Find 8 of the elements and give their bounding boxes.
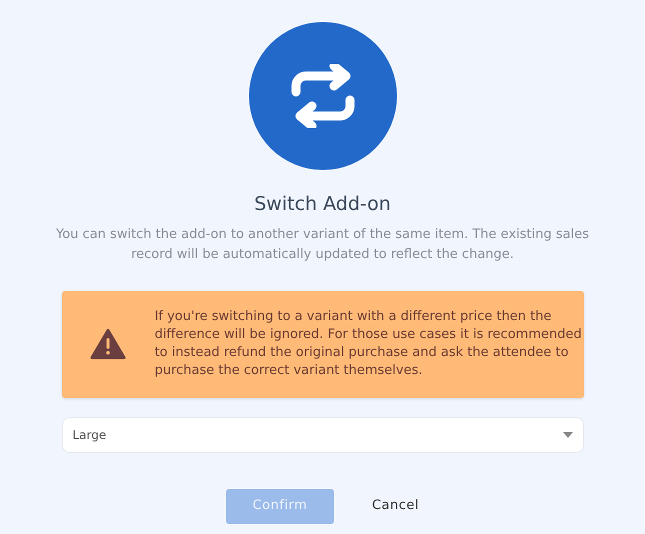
description-text: You can switch the add-on to another variant of the same item. The existing sales record will be automatically updated to reflect the change.	[55, 226, 590, 264]
select-value: Large	[72, 426, 106, 444]
warning-text: If you're switching to a variant with a different price then the difference will be ignored. For those use cases it is recommended to instead refund the original purchase and ask the attendee to purchase the correct variant themselves.	[154, 308, 583, 380]
warning-icon	[90, 328, 126, 360]
cancel-button[interactable]: Cancel	[362, 488, 430, 524]
variant-select[interactable]: Large	[62, 416, 584, 452]
caret-icon	[562, 432, 572, 438]
dialog-title: Switch Add-on	[254, 192, 391, 217]
